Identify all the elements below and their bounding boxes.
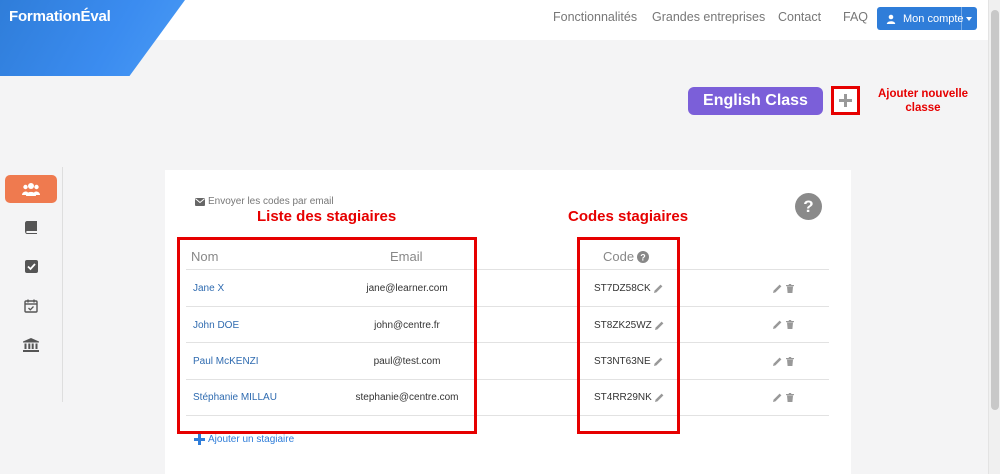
book-icon	[25, 220, 37, 234]
pencil-icon[interactable]	[773, 284, 782, 293]
add-trainee-link[interactable]: Ajouter un stagiaire	[194, 434, 294, 445]
scrollbar-thumb[interactable]	[991, 10, 999, 410]
send-codes-email-link[interactable]: Envoyer les codes par email	[195, 196, 334, 207]
annotation-box-trainee-codes	[577, 237, 680, 434]
pencil-icon[interactable]	[773, 393, 782, 402]
row-actions	[773, 357, 794, 366]
users-icon	[22, 183, 40, 196]
trash-icon[interactable]	[786, 284, 794, 293]
institution-icon	[23, 338, 39, 352]
nav-faq[interactable]: FAQ	[843, 10, 868, 28]
nav-fonctionnalites[interactable]: Fonctionnalités	[553, 10, 637, 28]
send-codes-label: Envoyer les codes par email	[208, 196, 334, 207]
logo[interactable]: FormationÉval	[9, 8, 111, 25]
annotation-add-class: Ajouter nouvelle classe	[873, 87, 973, 115]
pencil-icon[interactable]	[773, 357, 782, 366]
annotation-trainee-codes: Codes stagiaires	[568, 208, 689, 225]
annotation-trainee-list: Liste des stagiaires	[257, 208, 397, 225]
add-trainee-label: Ajouter un stagiaire	[208, 434, 295, 445]
row-actions	[773, 284, 794, 293]
trash-icon[interactable]	[786, 357, 794, 366]
row-actions	[773, 393, 794, 402]
class-name: English Class	[703, 92, 808, 109]
sidebar-item-courses[interactable]	[5, 213, 57, 241]
sidebar-item-evaluations[interactable]	[5, 252, 57, 280]
annotation-add-class-line1: Ajouter nouvelle	[877, 88, 969, 100]
nav-contact[interactable]: Contact	[778, 10, 821, 28]
account-button-divider	[961, 7, 962, 30]
logo-main-text: Formation	[9, 8, 81, 25]
envelope-icon	[195, 197, 205, 206]
account-button-label: Mon compte	[903, 12, 964, 25]
annotation-add-class-line2: classe	[905, 102, 941, 114]
class-selector[interactable]: English Class	[688, 87, 823, 115]
chevron-down-icon[interactable]	[966, 17, 972, 21]
account-button[interactable]: Mon compte	[877, 7, 977, 30]
user-icon	[886, 14, 896, 24]
help-icon[interactable]: ?	[795, 193, 822, 220]
plus-icon	[839, 94, 852, 107]
svg-text:?: ?	[803, 197, 813, 216]
nav-grandes-entreprises[interactable]: Grandes entreprises	[652, 10, 765, 28]
annotation-box-trainee-list	[177, 237, 477, 434]
sidebar-item-calendar[interactable]	[5, 292, 57, 320]
pencil-icon[interactable]	[773, 320, 782, 329]
checkbox-icon	[24, 259, 38, 273]
calendar-check-icon	[24, 299, 38, 313]
row-actions	[773, 320, 794, 329]
logo-accent-text: Éval	[80, 8, 111, 25]
trash-icon[interactable]	[786, 320, 794, 329]
sidebar-item-organization[interactable]	[5, 331, 57, 359]
page-scrollbar[interactable]	[988, 0, 1000, 474]
sidebar-item-trainees[interactable]	[5, 175, 57, 203]
trash-icon[interactable]	[786, 393, 794, 402]
add-class-button[interactable]	[831, 86, 860, 115]
plus-icon	[194, 434, 205, 445]
